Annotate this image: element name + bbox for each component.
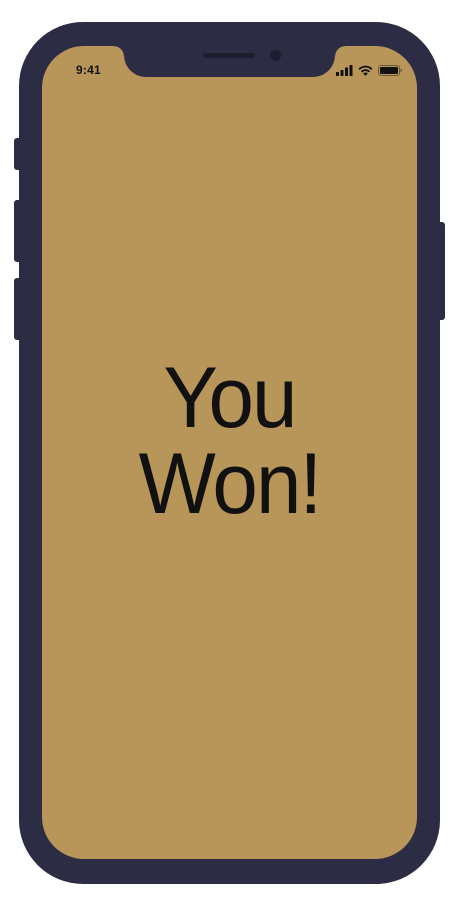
signal-icon	[336, 64, 353, 76]
speaker-grille	[203, 53, 255, 58]
notch	[114, 46, 345, 77]
device-mockup: 9:41 You Won!	[0, 0, 453, 906]
wifi-icon	[358, 65, 373, 76]
battery-icon	[378, 64, 402, 76]
win-message-line-1: You	[163, 350, 297, 446]
front-camera-icon	[270, 50, 281, 61]
status-icons	[336, 64, 402, 76]
win-message-line-2: Won!	[138, 436, 323, 532]
win-message: You Won!	[42, 355, 417, 527]
status-time: 9:41	[76, 63, 101, 77]
